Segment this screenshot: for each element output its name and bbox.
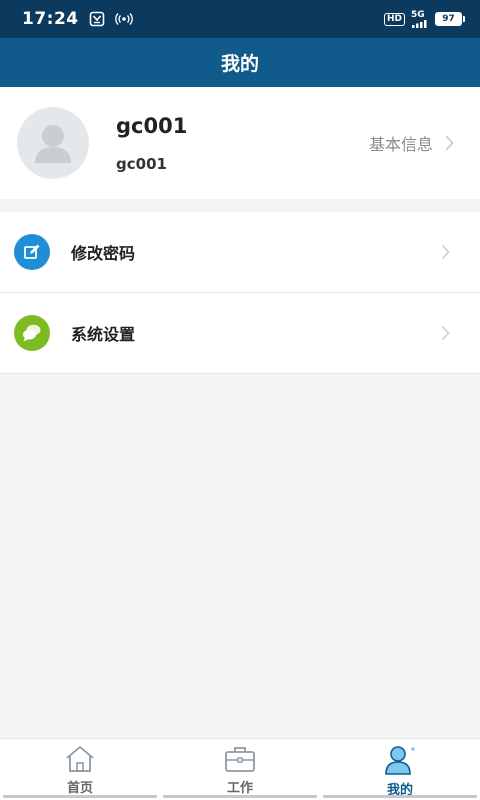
tab-label: 首页 bbox=[66, 781, 93, 796]
signal-indicator: 5G bbox=[411, 9, 429, 28]
menu-item-change-password[interactable]: 修改密码 bbox=[0, 212, 480, 293]
title-bar: 我的 bbox=[0, 38, 480, 87]
menu-item-label: 系统设置 bbox=[71, 325, 136, 344]
menu-item-label: 修改密码 bbox=[71, 244, 136, 263]
status-time: 17:24 bbox=[22, 9, 79, 29]
tab-indicator bbox=[163, 795, 317, 798]
tab-bar: 首页 工作 我的 bbox=[0, 738, 480, 800]
signal-icon bbox=[412, 19, 427, 28]
user-name: gc001 bbox=[116, 114, 188, 138]
basic-info-label: 基本信息 bbox=[368, 135, 433, 154]
chat-bubble-icon bbox=[14, 315, 50, 351]
avatar[interactable] bbox=[17, 107, 89, 179]
user-icon bbox=[385, 746, 415, 775]
chevron-right-icon bbox=[445, 135, 454, 151]
briefcase-icon bbox=[225, 747, 255, 772]
tab-home[interactable]: 首页 bbox=[0, 739, 160, 800]
status-right: HD 5G 97 bbox=[383, 9, 465, 28]
menu-item-system-settings[interactable]: 系统设置 bbox=[0, 293, 480, 374]
basic-info-link[interactable]: 基本信息 bbox=[369, 131, 454, 155]
tab-label: 工作 bbox=[226, 781, 253, 796]
chevron-right-icon bbox=[441, 325, 450, 341]
tab-work[interactable]: 工作 bbox=[160, 739, 320, 800]
tab-mine[interactable]: 我的 bbox=[320, 739, 480, 800]
battery-level: 97 bbox=[442, 14, 455, 24]
user-account: gc001 bbox=[116, 155, 167, 173]
status-bar: 17:24 HD 5G 97 bbox=[0, 0, 480, 38]
page-title: 我的 bbox=[220, 53, 259, 75]
hd-badge: HD bbox=[383, 12, 405, 26]
chevron-right-icon bbox=[441, 244, 450, 260]
home-icon bbox=[66, 746, 94, 772]
status-left: 17:24 bbox=[22, 9, 133, 29]
hotspot-icon bbox=[114, 12, 133, 26]
profile-card[interactable]: gc001 gc001 基本信息 bbox=[0, 87, 480, 199]
battery-icon: 97 bbox=[435, 12, 465, 26]
tab-indicator bbox=[323, 795, 477, 798]
tab-indicator bbox=[3, 795, 157, 798]
default-avatar-icon bbox=[35, 125, 71, 163]
screen-record-icon bbox=[89, 11, 105, 27]
edit-icon bbox=[14, 234, 50, 270]
network-type: 5G bbox=[411, 9, 425, 20]
menu-list: 修改密码 系统设置 bbox=[0, 212, 480, 374]
